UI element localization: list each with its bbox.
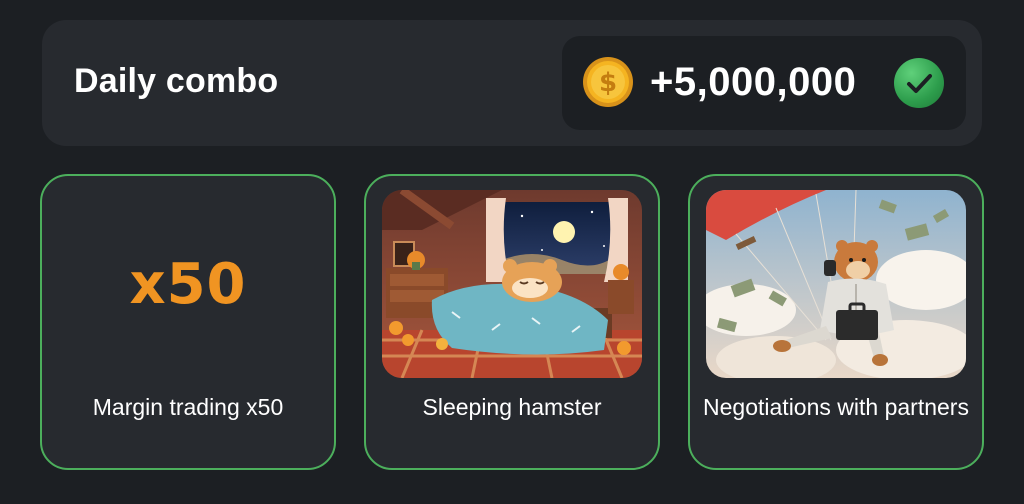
card-label: Margin trading x50 <box>92 394 284 420</box>
multiplier-text: x50 <box>129 251 247 317</box>
reward-panel: $ +5,000,000 <box>562 36 966 130</box>
card-label: Negotiations with partners <box>703 394 969 420</box>
combo-card-margin-trading[interactable]: x50 Margin trading x50 <box>40 174 336 470</box>
dollar-coin-icon: $ <box>583 57 633 107</box>
combo-card-negotiations[interactable]: Negotiations with partners <box>688 174 984 470</box>
card-visual: x50 <box>58 190 318 378</box>
sleeping-hamster-image <box>382 190 642 378</box>
card-label: Sleeping hamster <box>422 394 602 420</box>
check-icon <box>894 58 944 108</box>
daily-combo-header: Daily combo $ +5,000,000 <box>42 20 982 146</box>
combo-card-sleeping-hamster[interactable]: Sleeping hamster <box>364 174 660 470</box>
negotiations-image <box>706 190 966 378</box>
reward-amount: +5,000,000 <box>650 60 857 104</box>
page-title: Daily combo <box>74 62 279 100</box>
svg-text:$: $ <box>599 68 617 98</box>
